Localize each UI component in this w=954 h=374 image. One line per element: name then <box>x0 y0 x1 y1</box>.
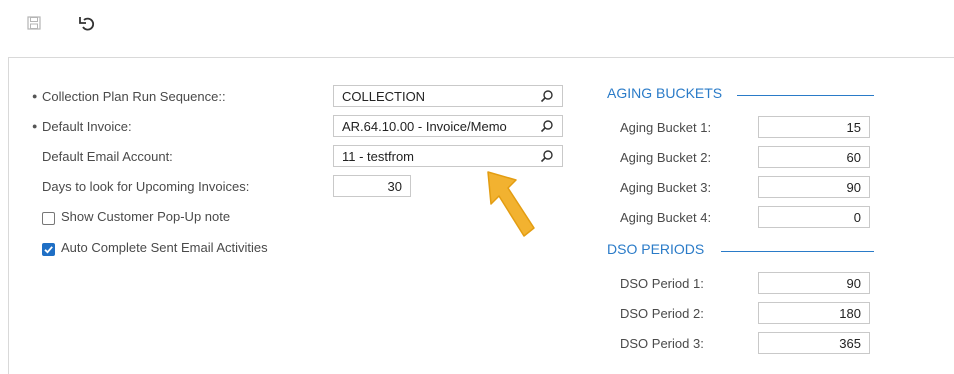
required-marker: ● <box>32 121 38 131</box>
auto-complete-checkbox[interactable] <box>42 243 55 256</box>
dso-periods-title: DSO PERIODS <box>607 241 705 257</box>
show-popup-label: Show Customer Pop-Up note <box>61 209 231 224</box>
aging-bucket-label: Aging Bucket 3: <box>620 180 712 195</box>
collection-plan-label: Collection Plan Run Sequence:: <box>42 89 226 104</box>
arrow-pointer-icon <box>487 171 535 237</box>
save-button[interactable] <box>23 12 45 34</box>
aging-bucket-field[interactable]: 0 <box>758 206 870 228</box>
aging-buckets-divider <box>737 95 874 96</box>
default-invoice-field[interactable]: AR.64.10.00 - Invoice/Memo <box>333 115 563 137</box>
auto-complete-label: Auto Complete Sent Email Activities <box>61 240 268 255</box>
default-invoice-label: Default Invoice: <box>42 119 132 134</box>
dso-periods-divider <box>721 251 874 252</box>
collection-plan-field[interactable]: COLLECTION <box>333 85 563 107</box>
search-icon[interactable] <box>540 89 554 103</box>
aging-buckets-title: AGING BUCKETS <box>607 85 723 101</box>
aging-bucket-field[interactable]: 60 <box>758 146 870 168</box>
preferences-form: ● Collection Plan Run Sequence:: COLLECT… <box>8 57 954 374</box>
aging-bucket-field[interactable]: 90 <box>758 176 870 198</box>
toolbar <box>0 0 954 50</box>
dso-period-field[interactable]: 180 <box>758 302 870 324</box>
dso-period-field[interactable]: 90 <box>758 272 870 294</box>
dso-period-label: DSO Period 2: <box>620 306 704 321</box>
aging-bucket-field[interactable]: 15 <box>758 116 870 138</box>
dso-period-label: DSO Period 3: <box>620 336 704 351</box>
dso-period-label: DSO Period 1: <box>620 276 704 291</box>
default-email-field[interactable]: 11 - testfrom <box>333 145 563 167</box>
dso-period-field[interactable]: 365 <box>758 332 870 354</box>
required-marker: ● <box>32 91 38 101</box>
aging-bucket-label: Aging Bucket 1: <box>620 120 712 135</box>
days-upcoming-field[interactable]: 30 <box>333 175 411 197</box>
search-icon[interactable] <box>540 119 554 133</box>
undo-icon <box>79 17 95 31</box>
aging-bucket-label: Aging Bucket 4: <box>620 210 712 225</box>
days-upcoming-label: Days to look for Upcoming Invoices: <box>42 179 250 194</box>
aging-bucket-label: Aging Bucket 2: <box>620 150 712 165</box>
search-icon[interactable] <box>540 149 554 163</box>
save-icon <box>27 16 41 30</box>
default-email-label: Default Email Account: <box>42 149 173 164</box>
checkmark-icon <box>44 246 53 254</box>
show-popup-checkbox[interactable] <box>42 212 55 225</box>
undo-button[interactable] <box>76 12 98 34</box>
